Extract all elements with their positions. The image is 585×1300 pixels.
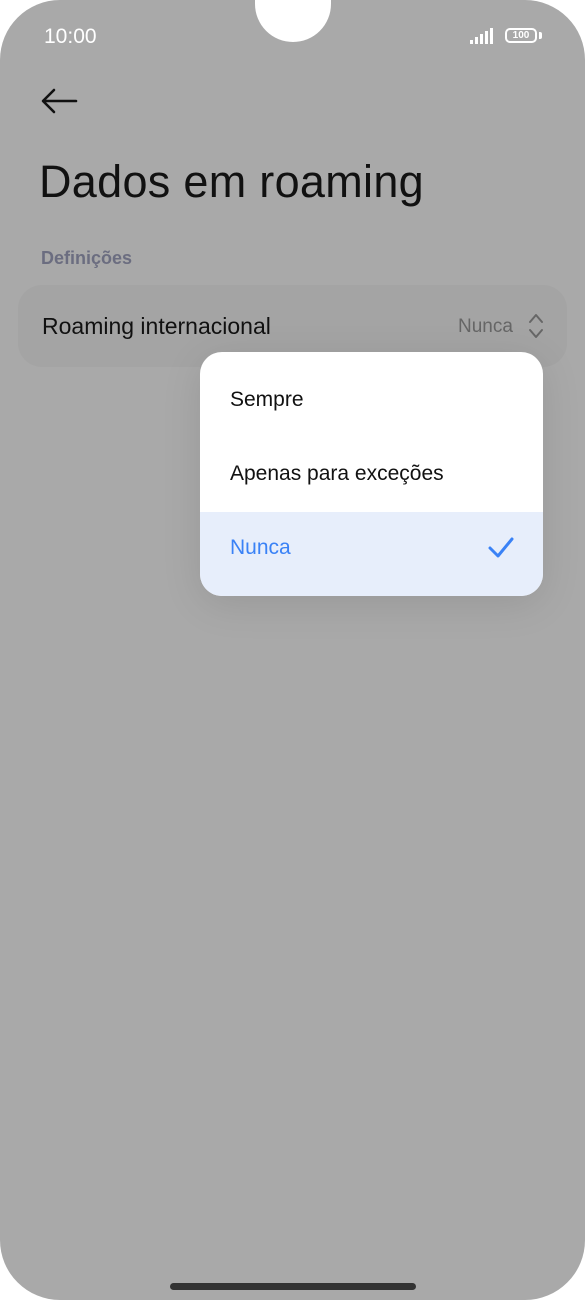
setting-row-label: Roaming internacional <box>42 313 271 339</box>
option-label: Apenas para exceções <box>230 462 444 485</box>
option-label: Nunca <box>230 536 291 559</box>
setting-row-value: Nunca <box>458 316 513 337</box>
back-arrow-icon[interactable] <box>40 86 78 116</box>
option-nunca[interactable]: Nunca <box>200 512 543 596</box>
status-time: 10:00 <box>44 25 97 48</box>
battery-level: 100 <box>512 30 530 41</box>
option-sempre[interactable]: Sempre <box>200 364 543 438</box>
up-down-chevron-icon <box>529 314 543 338</box>
option-label: Sempre <box>230 388 304 411</box>
camera-notch <box>255 0 331 42</box>
section-label: Definições <box>41 248 133 268</box>
roaming-options-menu: Sempre Apenas para exceções Nunca <box>200 352 543 596</box>
phone-screen: 10:00 100 Dados em roaming Definições Ro… <box>0 0 585 1300</box>
option-apenas-para-excecoes[interactable]: Apenas para exceções <box>200 438 543 512</box>
page-title: Dados em roaming <box>39 156 424 207</box>
checkmark-icon <box>488 537 514 558</box>
battery-tip <box>539 32 542 39</box>
signal-icon <box>470 28 493 44</box>
battery-icon: 100 <box>505 28 537 43</box>
home-indicator[interactable] <box>170 1283 416 1290</box>
